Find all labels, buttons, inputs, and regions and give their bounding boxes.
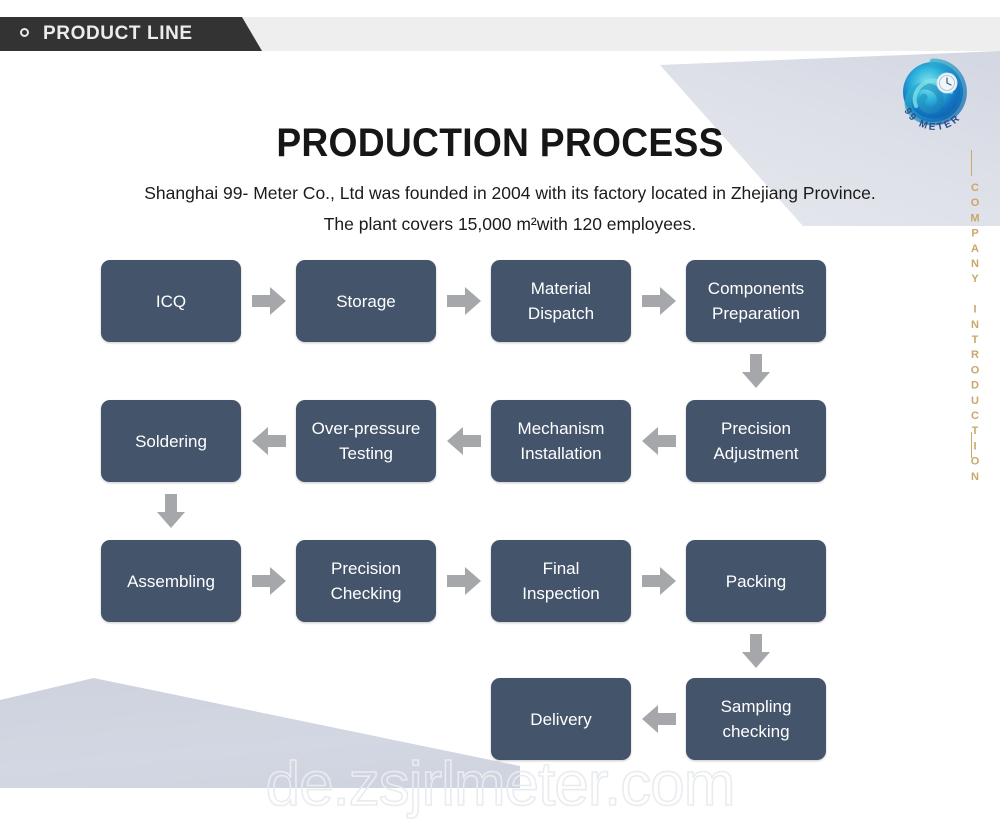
flow-step-precision-adjustment[interactable]: Precision Adjustment	[686, 400, 826, 482]
flow-step-storage[interactable]: Storage	[296, 260, 436, 342]
flow-step-components-preparation[interactable]: Components Preparation	[686, 260, 826, 342]
flow-step-material-dispatch[interactable]: Material Dispatch	[491, 260, 631, 342]
down-arrow-soldering-to-assembling	[157, 494, 185, 528]
site-watermark: de.zsjrlmeter.com	[265, 749, 736, 820]
down-arrow-packing-to-sampling	[742, 634, 770, 668]
rail-line-bottom	[971, 432, 972, 458]
ring-icon	[20, 28, 29, 37]
arrow-left-sampling-checking-to-delivery	[641, 705, 676, 733]
flow-step-soldering[interactable]: Soldering	[101, 400, 241, 482]
flow-step-mechanism-installation[interactable]: Mechanism Installation	[491, 400, 631, 482]
arrow-left-precision-adjustment-to-mechanism-installation	[641, 427, 676, 455]
arrow-left-mechanism-installation-to-over-pressure-testing	[446, 427, 481, 455]
arrow-right-precision-checking-to-final-inspection	[446, 567, 481, 595]
flow-step-final-inspection[interactable]: Final Inspection	[491, 540, 631, 622]
arrow-right-assembling-to-precision-checking	[251, 567, 286, 595]
flow-step-icq[interactable]: ICQ	[101, 260, 241, 342]
flow-step-delivery[interactable]: Delivery	[491, 678, 631, 760]
flow-step-precision-checking[interactable]: Precision Checking	[296, 540, 436, 622]
arrow-right-icq-to-storage	[251, 287, 286, 315]
arrow-right-storage-to-material-dispatch	[446, 287, 481, 315]
flow-step-packing[interactable]: Packing	[686, 540, 826, 622]
header-label: PRODUCT LINE	[43, 23, 193, 44]
slide-canvas: PRODUCT LINE 99 METER COMPANY INTRODUCTI…	[0, 0, 1000, 832]
arrow-left-over-pressure-testing-to-soldering	[251, 427, 286, 455]
flow-step-sampling-checking[interactable]: Sampling checking	[686, 678, 826, 760]
page-subtitle: Shanghai 99- Meter Co., Ltd was founded …	[144, 183, 876, 234]
down-arrow-components-to-precision	[742, 354, 770, 388]
arrow-right-final-inspection-to-packing	[641, 567, 676, 595]
page-title: PRODUCTION PROCESS	[276, 121, 724, 165]
rail-line-top	[971, 150, 972, 176]
flow-step-over-pressure-testing[interactable]: Over-pressure Testing	[296, 400, 436, 482]
arrow-right-material-dispatch-to-components-preparation	[641, 287, 676, 315]
flow-step-assembling[interactable]: Assembling	[101, 540, 241, 622]
